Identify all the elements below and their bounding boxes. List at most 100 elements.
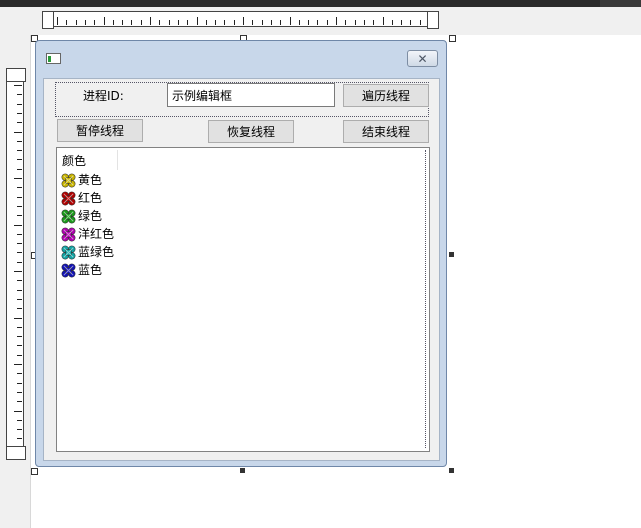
close-icon: ✕ <box>417 51 428 66</box>
close-button[interactable]: ✕ <box>407 50 438 67</box>
dialog-title-bar[interactable]: ✕ <box>36 41 446 77</box>
list-focus-rect <box>425 150 427 448</box>
ruler-tick <box>373 20 374 25</box>
thread-list-view[interactable]: 颜色 黄色红色绿色 洋红色蓝绿色蓝色 <box>56 147 430 452</box>
ruler-tick <box>197 17 198 25</box>
process-id-input[interactable]: 示例编辑框 <box>167 83 335 107</box>
ruler-tick <box>327 20 328 25</box>
ruler-bottom-handle[interactable] <box>6 446 26 460</box>
list-item[interactable]: 红色 <box>61 190 102 207</box>
enumerate-threads-button[interactable]: 遍历线程 <box>343 84 429 107</box>
clover-icon <box>61 227 76 242</box>
process-id-input-value: 示例编辑框 <box>172 88 233 103</box>
resize-handle-bottom[interactable] <box>240 468 245 473</box>
ruler-tick <box>113 20 114 25</box>
list-item[interactable]: 蓝绿色 <box>61 244 114 261</box>
ruler-tick <box>141 20 142 25</box>
top-strip <box>0 0 641 7</box>
ruler-tick <box>14 364 22 365</box>
ruler-tick <box>131 20 132 25</box>
ruler-tick <box>206 20 207 25</box>
resize-handle-right[interactable] <box>449 252 454 257</box>
ruler-tick <box>169 20 170 25</box>
ruler-tick <box>14 411 22 412</box>
list-item-label: 红色 <box>78 191 103 205</box>
list-item[interactable]: 绿色 <box>61 208 102 225</box>
ruler-tick <box>17 262 22 263</box>
ruler-tick <box>57 17 58 25</box>
list-item-label: 黄色 <box>78 173 103 187</box>
ruler-tick <box>85 20 86 25</box>
ruler-tick <box>17 252 22 253</box>
ruler-tick <box>104 17 105 25</box>
ruler-tick <box>14 271 22 272</box>
resize-handle-bottom-right[interactable] <box>449 468 454 473</box>
list-item[interactable]: 黄色 <box>61 172 102 189</box>
app-icon <box>46 53 61 64</box>
ruler-tick <box>17 104 22 105</box>
resize-handle-bottom-left[interactable] <box>31 468 38 475</box>
ruler-top-handle[interactable] <box>6 68 26 82</box>
list-item[interactable]: 蓝色 <box>61 262 102 279</box>
resume-thread-button[interactable]: 恢复线程 <box>208 120 294 143</box>
ruler-tick <box>17 420 22 421</box>
ruler-tick <box>383 17 384 25</box>
thread-dialog-window[interactable]: ✕ 进程ID: 示例编辑框 遍历线程 暂停线程 恢复线程 结束线程 颜色 黄色红… <box>35 40 447 467</box>
ruler-tick <box>17 197 22 198</box>
ruler-tick <box>94 20 95 25</box>
ruler-tick <box>345 20 346 25</box>
ruler-tick <box>17 187 22 188</box>
list-column-header[interactable]: 颜色 <box>62 152 86 168</box>
ruler-tick <box>299 20 300 25</box>
ruler-tick <box>17 122 22 123</box>
ruler-tick <box>252 20 253 25</box>
ruler-tick <box>17 401 22 402</box>
ruler-tick <box>290 17 291 25</box>
ruler-start-handle[interactable] <box>42 11 54 29</box>
ruler-tick <box>410 20 411 25</box>
process-id-label: 进程ID: <box>83 88 124 103</box>
ruler-tick <box>224 20 225 25</box>
ruler-tick <box>14 132 22 133</box>
vertical-ruler[interactable] <box>6 68 26 460</box>
ruler-tick <box>122 20 123 25</box>
ruler-tick <box>14 178 22 179</box>
clover-icon <box>61 191 76 206</box>
ruler-tick <box>215 20 216 25</box>
ruler-end-handle[interactable] <box>427 11 439 29</box>
ruler-tick <box>17 429 22 430</box>
ruler-tick <box>14 225 22 226</box>
ruler-tick <box>17 113 22 114</box>
top-strip-right <box>600 0 641 7</box>
ruler-tick <box>364 20 365 25</box>
ruler-tick <box>17 94 22 95</box>
ruler-tick <box>17 308 22 309</box>
suspend-thread-button[interactable]: 暂停线程 <box>57 119 143 142</box>
ruler-tick <box>17 345 22 346</box>
designer-edge-line <box>30 35 31 528</box>
list-item[interactable]: 洋红色 <box>61 226 114 243</box>
ruler-tick <box>76 20 77 25</box>
resize-handle-top-right[interactable] <box>449 35 456 42</box>
list-item-label: 蓝绿色 <box>78 245 115 259</box>
ruler-tick <box>355 20 356 25</box>
ruler-tick <box>17 299 22 300</box>
ruler-tick <box>401 20 402 25</box>
ruler-tick <box>17 355 22 356</box>
end-thread-button[interactable]: 结束线程 <box>343 120 429 143</box>
ruler-tick <box>17 383 22 384</box>
column-header-divider[interactable] <box>117 150 118 170</box>
ruler-tick <box>17 438 22 439</box>
horizontal-ruler[interactable] <box>42 11 439 29</box>
ruler-tick <box>17 215 22 216</box>
ruler-tick <box>17 327 22 328</box>
ruler-tick <box>14 318 22 319</box>
ruler-tick <box>150 17 151 25</box>
ruler-tick <box>17 392 22 393</box>
ruler-tick <box>271 20 272 25</box>
clover-icon <box>61 245 76 260</box>
ruler-tick <box>14 85 22 86</box>
dialog-client-area: 进程ID: 示例编辑框 遍历线程 暂停线程 恢复线程 结束线程 颜色 黄色红色绿… <box>43 78 440 461</box>
list-item-label: 蓝色 <box>78 263 103 277</box>
ruler-tick <box>392 20 393 25</box>
